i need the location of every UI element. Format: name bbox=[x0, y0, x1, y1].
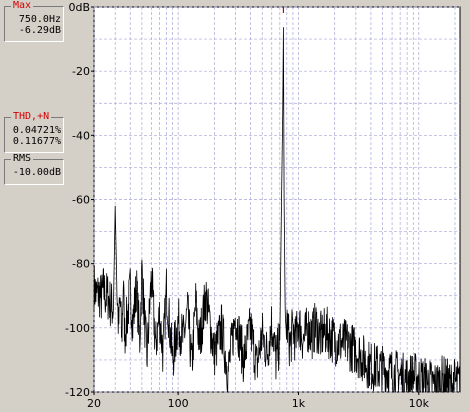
max-readout: Max 750.0Hz -6.29dB bbox=[4, 0, 64, 42]
x-tick-label: 20 bbox=[87, 397, 101, 410]
y-tick-label: 0dB bbox=[68, 1, 90, 14]
x-axis: 20 100 1k 10k bbox=[87, 392, 430, 410]
x-tick-label: 10k bbox=[409, 397, 430, 410]
y-tick-label: -40 bbox=[72, 129, 90, 142]
rms-level: -10.00dB bbox=[12, 167, 61, 178]
y-tick-label: -60 bbox=[72, 194, 90, 207]
max-frequency: 750.0Hz bbox=[18, 14, 61, 25]
thd-readout: THD,+N 0.04721% 0.11677% bbox=[4, 111, 64, 153]
y-axis: 0dB-20-40-60-80-100-120 bbox=[65, 1, 94, 399]
x-tick-label: 1k bbox=[292, 397, 306, 410]
max-caption: Max bbox=[11, 0, 34, 12]
y-tick-label: -80 bbox=[72, 258, 90, 271]
x-tick-label: 100 bbox=[168, 397, 189, 410]
rms-readout: RMS -10.00dB bbox=[4, 153, 64, 185]
max-level: -6.29dB bbox=[18, 25, 61, 36]
y-tick-label: -100 bbox=[65, 322, 90, 335]
readout-panel: Max 750.0Hz -6.29dB THD,+N 0.04721% 0.11… bbox=[0, 0, 64, 412]
thd-caption: THD,+N bbox=[11, 111, 52, 123]
thd-value: 0.04721% bbox=[12, 125, 61, 136]
spectrum-chart: 0dB-20-40-60-80-100-120 20 100 1k 10k bbox=[65, 1, 461, 410]
thdn-value: 0.11677% bbox=[12, 136, 61, 147]
y-tick-label: -20 bbox=[72, 65, 90, 78]
rms-caption: RMS bbox=[11, 153, 34, 165]
